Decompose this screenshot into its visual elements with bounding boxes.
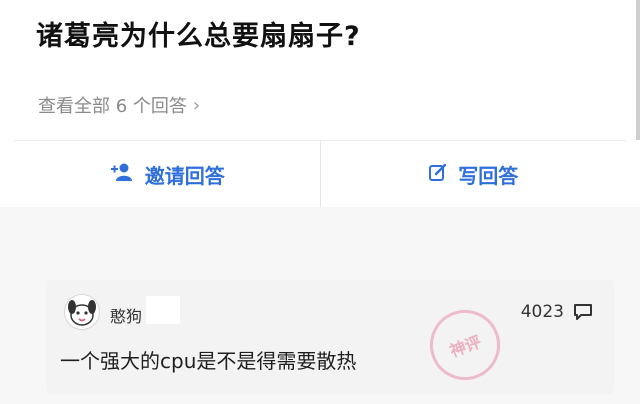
redaction-mask: [146, 296, 180, 324]
comment-username[interactable]: 憨狗: [110, 303, 142, 327]
like-count: 4023: [520, 302, 564, 322]
comment-text: 一个强大的cpu是不是得需要散热: [60, 349, 357, 373]
view-all-label: 查看全部 6 个回答: [38, 96, 187, 117]
top-comment-card[interactable]: 憨狗 神评 4023 一个强大的cpu是不是得需要散热: [46, 280, 614, 394]
write-answer-label: 写回答: [458, 163, 519, 188]
view-all-answers-link[interactable]: 查看全部 6 个回答 ›: [38, 92, 200, 118]
hot-comment-stamp: 神评: [420, 300, 510, 390]
add-user-icon: [109, 162, 135, 187]
edit-icon: [428, 162, 448, 187]
page-title: 诸葛亮为什么总要扇扇子?: [36, 21, 361, 52]
action-bar: 邀请回答 写回答: [14, 140, 626, 208]
chevron-right-icon: ›: [192, 94, 201, 116]
invite-answer-label: 邀请回答: [144, 163, 225, 188]
invite-answer-button[interactable]: 邀请回答: [14, 141, 320, 207]
comment-bubble-icon[interactable]: [572, 301, 594, 323]
question-card: 诸葛亮为什么总要扇扇子? 查看全部 6 个回答 ›: [0, 0, 640, 136]
scrollbar[interactable]: [636, 0, 640, 140]
avatar[interactable]: [64, 294, 100, 330]
write-answer-button[interactable]: 写回答: [321, 141, 627, 207]
